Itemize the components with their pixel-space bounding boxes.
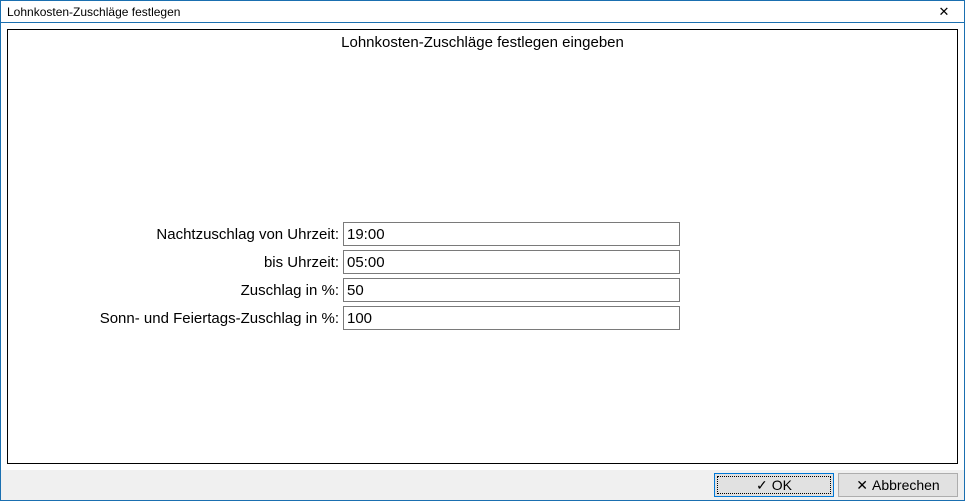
- ok-button-label: OK: [772, 477, 792, 493]
- titlebar: Lohnkosten-Zuschläge festlegen ✕: [1, 1, 964, 23]
- input-surcharge-percent[interactable]: [343, 278, 680, 302]
- check-icon: ✓: [756, 478, 768, 492]
- label-holiday-percent: Sonn- und Feiertags-Zuschlag in %:: [8, 310, 343, 327]
- cancel-button-label: Abbrechen: [872, 477, 940, 493]
- form: Nachtzuschlag von Uhrzeit: bis Uhrzeit: …: [8, 220, 957, 332]
- row-holiday-percent: Sonn- und Feiertags-Zuschlag in %:: [8, 304, 957, 332]
- window-title: Lohnkosten-Zuschläge festlegen: [7, 5, 924, 19]
- cross-icon: ✕: [856, 478, 868, 492]
- content-panel: Lohnkosten-Zuschläge festlegen eingeben …: [7, 29, 958, 464]
- label-surcharge-percent: Zuschlag in %:: [8, 282, 343, 299]
- ok-button[interactable]: ✓ OK: [714, 473, 834, 497]
- close-icon: ✕: [939, 4, 950, 20]
- page-heading: Lohnkosten-Zuschläge festlegen eingeben: [8, 34, 957, 51]
- client-area: Lohnkosten-Zuschläge festlegen eingeben …: [1, 23, 964, 500]
- input-night-to[interactable]: [343, 250, 680, 274]
- dialog-window: Lohnkosten-Zuschläge festlegen ✕ Lohnkos…: [0, 0, 965, 501]
- label-night-from: Nachtzuschlag von Uhrzeit:: [8, 226, 343, 243]
- row-night-to: bis Uhrzeit:: [8, 248, 957, 276]
- input-holiday-percent[interactable]: [343, 306, 680, 330]
- row-surcharge-percent: Zuschlag in %:: [8, 276, 957, 304]
- label-night-to: bis Uhrzeit:: [8, 254, 343, 271]
- cancel-button[interactable]: ✕ Abbrechen: [838, 473, 958, 497]
- input-night-from[interactable]: [343, 222, 680, 246]
- close-button[interactable]: ✕: [924, 1, 964, 22]
- button-bar: ✓ OK ✕ Abbrechen: [1, 470, 964, 500]
- row-night-from: Nachtzuschlag von Uhrzeit:: [8, 220, 957, 248]
